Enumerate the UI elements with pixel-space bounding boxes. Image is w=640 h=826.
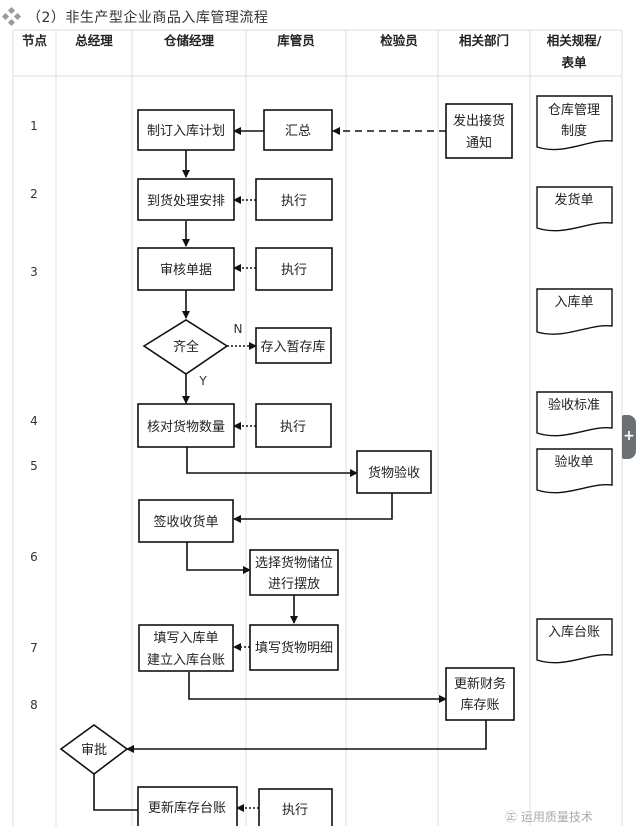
expand-side-tab[interactable]: + — [622, 415, 636, 459]
node-label-fill-form-2: 建立入库台账 — [147, 652, 225, 668]
step-number: 3 — [30, 265, 38, 279]
step-number: 5 — [30, 459, 38, 473]
node-label-select-1: 选择货物储位 — [255, 555, 333, 571]
node-label-update-ledger: 更新库存台账 — [148, 800, 226, 816]
document-label-6: 入库台账 — [548, 624, 600, 640]
node-label-arrange: 到货处理安排 — [147, 193, 225, 209]
node-label-notice-2: 通知 — [466, 135, 492, 151]
node-label-complete: 齐全 — [173, 339, 199, 355]
node-label-review: 审核单据 — [160, 263, 212, 278]
document-label-5: 验收单 — [554, 454, 593, 470]
flowchart: 1 2 3 4 5 6 7 8 制订入库计划 汇总 发出接货 通知 到货处理安排… — [12, 29, 623, 826]
step-number: 6 — [30, 550, 38, 564]
node-label-sign: 签收收货单 — [153, 514, 218, 530]
document-label-1b: 制度 — [561, 123, 587, 139]
document-label-1a: 仓库管理 — [548, 102, 600, 118]
step-number: 7 — [30, 641, 38, 655]
step-number: 1 — [30, 119, 38, 133]
node-label-plan: 制订入库计划 — [147, 123, 225, 139]
node-label-summary: 汇总 — [285, 124, 311, 139]
plus-icon: + — [623, 428, 635, 444]
document-label-3: 入库单 — [554, 294, 593, 310]
arrow-sign-to-select — [186, 541, 251, 574]
arrow-form-to-finance — [188, 672, 447, 703]
node-label-notice-1: 发出接货 — [453, 113, 505, 129]
arrow-inspect-to-sign — [233, 493, 393, 523]
watermark: ㊣ 运用质量技术 — [505, 810, 593, 824]
step-number: 8 — [30, 698, 38, 712]
branch-label-yes: Y — [198, 374, 207, 388]
node-label-exec4: 执行 — [282, 803, 308, 818]
node-label-inspect: 货物验收 — [368, 465, 420, 481]
node-label-fill-detail: 填写货物明细 — [255, 640, 333, 656]
node-label-select-2: 进行摆放 — [268, 577, 320, 592]
node-label-exec2: 执行 — [281, 263, 307, 278]
node-label-exec1: 执行 — [281, 194, 307, 209]
node-label-fill-form-1: 填写入库单 — [153, 630, 218, 646]
node-label-approve: 审批 — [81, 743, 107, 758]
document-label-2: 发货单 — [554, 192, 593, 208]
node-label-temp-store: 存入暂存库 — [260, 339, 325, 355]
arrow-check-to-inspect — [186, 447, 358, 477]
step-number: 4 — [30, 414, 38, 428]
node-label-finance-2: 库存账 — [460, 697, 499, 713]
arrow-finance-to-approve — [126, 720, 487, 753]
document-label-4: 验收标准 — [548, 397, 600, 413]
line-approve-to-ledger — [93, 774, 138, 811]
node-label-exec3: 执行 — [280, 420, 306, 435]
node-label-finance-1: 更新财务 — [454, 676, 506, 692]
step-number: 2 — [30, 187, 38, 201]
node-label-check-qty: 核对货物数量 — [147, 419, 225, 435]
branch-label-no: N — [234, 322, 243, 336]
